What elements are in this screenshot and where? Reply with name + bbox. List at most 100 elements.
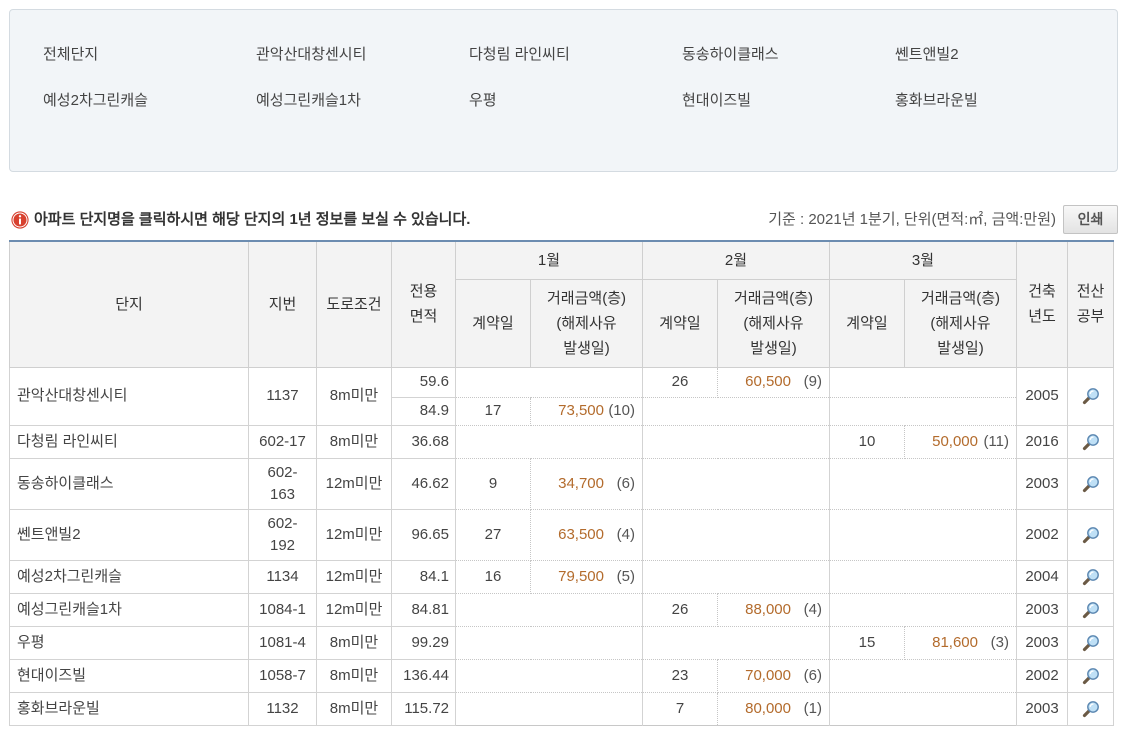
lot-number: 1084-1 (248, 592, 317, 627)
empty-deal-cell (642, 625, 830, 660)
table-row: 홍화브라운빌 1132 8m미만 115.72 7 80,000 (1) 2003 (9, 691, 1114, 726)
complex-name-link[interactable]: 홍화브라운빌 (9, 691, 249, 726)
header-lot: 지번 (248, 240, 317, 368)
header-contract-day: 계약일 (455, 278, 531, 368)
empty-deal-cell (642, 508, 830, 561)
registry-cell (1067, 508, 1114, 561)
complex-name-link[interactable]: 우평 (9, 625, 249, 660)
table-row: 쎈트앤빌2 602-192 12m미만 96.65 27 63,500 (4) 2… (9, 508, 1114, 561)
contract-day: 10 (829, 424, 905, 459)
exclusive-area: 96.65 (391, 508, 456, 561)
header-built-year: 건축 년도 (1016, 240, 1068, 368)
registry-cell (1067, 424, 1114, 459)
contract-day: 15 (829, 625, 905, 660)
complex-name-link[interactable]: 예성2차그린캐슬 (9, 559, 249, 594)
floor: (9) (803, 373, 822, 390)
exclusive-area: 84.1 (391, 559, 456, 594)
lot-number: 1134 (248, 559, 317, 594)
empty-deal-cell (455, 592, 643, 627)
floor: (3) (990, 633, 1009, 651)
registry-cell (1067, 592, 1114, 627)
notice-text: 아파트 단지명을 클릭하시면 해당 단지의 1년 정보를 보실 수 있습니다. (34, 211, 471, 228)
deal-price-cell: 81,600 (3) (904, 625, 1017, 660)
floor: (6) (803, 666, 822, 684)
complex-nav-all[interactable]: 전체단지 (43, 43, 256, 67)
built-year: 2002 (1016, 658, 1068, 693)
complex-nav-item[interactable]: 홍화브라운빌 (895, 89, 1108, 113)
contract-day: 27 (455, 508, 531, 561)
road-condition: 8m미만 (316, 424, 392, 459)
registry-cell (1067, 658, 1114, 693)
empty-deal-cell (829, 457, 1017, 510)
complex-name-link[interactable]: 다청림 라인씨티 (9, 424, 249, 459)
contract-day: 26 (642, 366, 718, 398)
magnifier-icon[interactable] (1082, 634, 1100, 652)
deal-price-cell: 70,000 (6) (717, 658, 830, 693)
price-amount: 60,500 (745, 373, 791, 390)
floor: (11) (983, 432, 1009, 450)
complex-nav-item[interactable]: 현대이즈빌 (682, 89, 895, 113)
empty-deal-cell (455, 366, 643, 398)
empty-deal-cell (642, 457, 830, 510)
complex-name-link[interactable]: 관악산대창센시티 (9, 366, 249, 426)
deal-price-cell: 79,500 (5) (530, 559, 643, 594)
table-row: 예성그린캐슬1차 1084-1 12m미만 84.81 26 88,000 (4)… (9, 592, 1114, 627)
complex-nav-item[interactable]: 예성2차그린캐슬 (43, 89, 256, 113)
header-area: 전용 면적 (391, 240, 456, 368)
road-condition: 8m미만 (316, 366, 392, 426)
road-condition: 8m미만 (316, 658, 392, 693)
built-year: 2003 (1016, 592, 1068, 627)
complex-name-link[interactable]: 동송하이클래스 (9, 457, 249, 510)
complex-nav: 전체단지 관악산대창센시티 다청림 라인씨티 동송하이클래스 쎈트앤빌2 예성2… (43, 43, 1108, 135)
header-road: 도로조건 (316, 240, 392, 368)
complex-nav-item[interactable]: 우평 (469, 89, 682, 113)
complex-nav-item[interactable]: 관악산대창센시티 (256, 43, 469, 67)
complex-name-link[interactable]: 예성그린캐슬1차 (9, 592, 249, 627)
contract-day: 9 (455, 457, 531, 510)
contract-day: 26 (642, 592, 718, 627)
empty-deal-cell (829, 366, 1017, 398)
contract-day: 17 (455, 396, 531, 426)
magnifier-icon[interactable] (1082, 601, 1100, 619)
complex-nav-item[interactable]: 동송하이클래스 (682, 43, 895, 67)
complex-name-link[interactable]: 현대이즈빌 (9, 658, 249, 693)
magnifier-icon[interactable] (1082, 700, 1100, 718)
magnifier-icon[interactable] (1082, 387, 1100, 405)
road-condition: 12m미만 (316, 508, 392, 561)
magnifier-icon[interactable] (1082, 433, 1100, 451)
complex-nav-item[interactable]: 예성그린캐슬1차 (256, 89, 469, 113)
price-amount: 79,500 (558, 567, 604, 585)
price-amount: 80,000 (745, 699, 791, 717)
empty-deal-cell (829, 691, 1017, 726)
empty-deal-cell (642, 396, 830, 426)
complex-nav-item[interactable]: 다청림 라인씨티 (469, 43, 682, 67)
price-amount: 34,700 (558, 474, 604, 492)
magnifier-icon[interactable] (1082, 526, 1100, 544)
magnifier-icon[interactable] (1082, 568, 1100, 586)
registry-cell (1067, 457, 1114, 510)
table-row: 예성2차그린캐슬 1134 12m미만 84.1 16 79,500 (5) 20… (9, 559, 1114, 594)
built-year: 2003 (1016, 625, 1068, 660)
contract-day: 16 (455, 559, 531, 594)
floor: (5) (616, 567, 635, 585)
magnifier-icon[interactable] (1082, 475, 1100, 493)
built-year: 2002 (1016, 508, 1068, 561)
print-button[interactable]: 인쇄 (1063, 205, 1118, 234)
table-row: 관악산대창센시티 1137 8m미만 59.6 26 60,500 (9) 200… (9, 366, 1114, 426)
empty-deal-cell (829, 658, 1017, 693)
magnifier-icon[interactable] (1082, 667, 1100, 685)
empty-deal-cell (642, 559, 830, 594)
complex-name-link[interactable]: 쎈트앤빌2 (9, 508, 249, 561)
empty-deal-cell (455, 625, 643, 660)
complex-nav-item[interactable]: 쎈트앤빌2 (895, 43, 1108, 67)
registry-cell (1067, 625, 1114, 660)
road-condition: 12m미만 (316, 457, 392, 510)
lot-number: 1137 (248, 366, 317, 426)
deal-price-cell: 80,000 (1) (717, 691, 830, 726)
built-year: 2003 (1016, 691, 1068, 726)
table-row: 우평 1081-4 8m미만 99.29 15 81,600 (3) 2003 (9, 625, 1114, 660)
floor: (4) (616, 525, 635, 543)
header-month-3: 3월 (829, 240, 1017, 280)
header-contract-day: 계약일 (642, 278, 718, 368)
exclusive-area: 136.44 (391, 658, 456, 693)
